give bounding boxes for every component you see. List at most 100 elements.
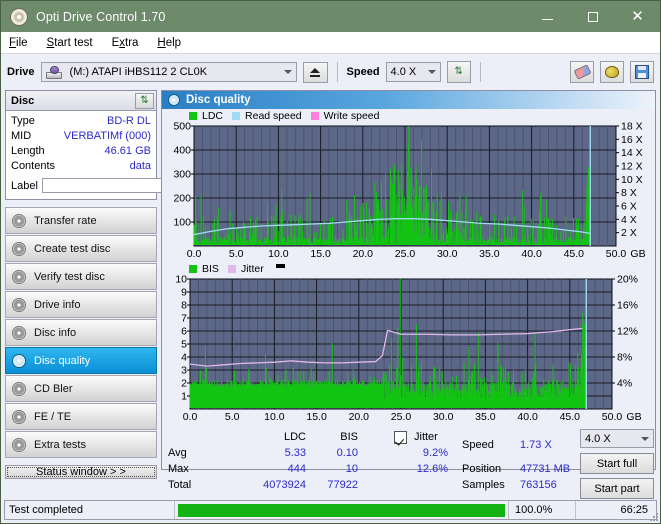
start-full-button[interactable]: Start full [580, 453, 654, 474]
stats-panel: LDC BIS Jitter Avg 5.33 0.10 9.2% Max 44… [162, 425, 655, 499]
stats-avg-bis: 0.10 [336, 447, 358, 459]
sidebar-item-label: Transfer rate [34, 214, 97, 227]
disc-contents-value: data [129, 160, 151, 172]
sidebar-item-disc-info[interactable]: Disc info [5, 319, 157, 346]
sidebar-item-label: Extra tests [34, 438, 86, 451]
sidebar-item-cd-bler[interactable]: CD Bler [5, 375, 157, 402]
svg-text:35.0: 35.0 [479, 248, 500, 260]
menu-help[interactable]: Help [157, 37, 181, 49]
stats-row-avg-label: Avg [168, 447, 187, 459]
legend-swatch-bis [189, 264, 197, 273]
content-title: Disc quality [186, 94, 251, 106]
jitter-checkbox[interactable] [394, 431, 407, 444]
disc-icon [12, 213, 26, 228]
stats-max-bis: 10 [345, 463, 358, 475]
svg-text:20%: 20% [617, 275, 638, 286]
disc-icon [12, 437, 26, 452]
sidebar-item-create-test-disc[interactable]: Create test disc [5, 235, 157, 262]
svg-text:45.0: 45.0 [560, 411, 581, 423]
svg-text:12%: 12% [617, 326, 638, 338]
svg-text:10 X: 10 X [621, 174, 643, 186]
result-speed-select[interactable]: 4.0 X [580, 429, 654, 448]
disc-length-label: Length [11, 145, 45, 157]
chart-ldc-wrap: LDC Read speed Write speed 100 200 300 400 5… [162, 109, 655, 262]
stats-total-ldc: 4073924 [263, 479, 306, 491]
svg-text:10.0: 10.0 [264, 411, 285, 423]
svg-text:2: 2 [181, 378, 187, 390]
svg-text:0.0: 0.0 [183, 411, 198, 423]
disc-label-label: Label [11, 179, 38, 192]
menu-file[interactable]: FFileile [9, 37, 28, 49]
disc-icon [12, 325, 26, 340]
disc-icon [12, 381, 26, 396]
disc-length-value: 46.61 GB [104, 145, 151, 157]
disc-mid-label: MID [11, 130, 32, 142]
disc-mid-value: VERBATIMf (000) [63, 130, 151, 142]
legend-label-ldc: LDC [202, 109, 224, 122]
resize-grip[interactable] [648, 511, 658, 521]
result-speed-value: 4.0 X [585, 432, 611, 445]
erase-button[interactable] [570, 61, 594, 83]
svg-text:1: 1 [181, 391, 187, 403]
minimize-button[interactable] [525, 1, 570, 32]
eject-button[interactable] [302, 61, 328, 83]
content-panel: Disc quality LDC Read speed Write speed … [161, 90, 656, 499]
svg-text:50.0: 50.0 [602, 411, 623, 423]
sidebar-item-drive-info[interactable]: Drive info [5, 291, 157, 318]
refresh-drive-button[interactable]: ⇅ [446, 61, 471, 83]
sidebar-item-disc-quality[interactable]: Disc quality [5, 347, 157, 374]
save-icon [635, 65, 649, 79]
sidebar-item-label: Verify test disc [34, 270, 105, 283]
samples-stat-label: Samples [462, 479, 505, 491]
main-area: Disc ⇅ Type BD-R DL MID VERBATIMf (000) [1, 90, 660, 499]
menu-start-test[interactable]: Start test [47, 37, 93, 49]
close-button[interactable]: ✕ [615, 1, 660, 32]
svg-text:500: 500 [173, 122, 191, 133]
stats-max-jitter: 12.6% [416, 463, 448, 475]
legend-label-bis: BIS [202, 262, 219, 275]
legend-swatch-read-speed [232, 111, 241, 120]
chevron-down-icon [427, 70, 436, 74]
start-part-button[interactable]: Start part [580, 478, 654, 499]
svg-text:10: 10 [175, 275, 187, 286]
jitter-label: Jitter [414, 431, 438, 443]
settings-button[interactable] [600, 61, 624, 83]
svg-text:25.0: 25.0 [395, 248, 416, 260]
disc-icon [12, 241, 26, 256]
chart-bis: 1 2 3 4 5 6 7 8 9 10 4% 8% 12% 16% 20% 0.0 5.0 10.0 15.0 20… [162, 275, 655, 425]
disc-icon [12, 269, 26, 284]
status-window-button[interactable]: Status window > > [5, 465, 157, 479]
svg-text:40.0: 40.0 [521, 248, 542, 260]
svg-text:9: 9 [181, 287, 187, 299]
sidebar-item-transfer-rate[interactable]: Transfer rate [5, 207, 157, 234]
disc-icon [12, 409, 26, 424]
disc-type-value: BD-R DL [106, 115, 151, 127]
svg-text:25.0: 25.0 [391, 411, 412, 423]
disc-refresh-button[interactable]: ⇅ [135, 92, 154, 109]
svg-text:8 X: 8 X [621, 187, 637, 199]
menu-extra[interactable]: Extra [112, 37, 139, 49]
svg-text:14 X: 14 X [621, 147, 643, 159]
drive-select[interactable]: (M:) ATAPI iHBS112 2 CL0K [40, 62, 297, 82]
sidebar-item-verify-test-disc[interactable]: Verify test disc [5, 263, 157, 290]
svg-text:300: 300 [173, 169, 191, 181]
menu-bar: FFileile Start test Extra Help [1, 32, 660, 54]
svg-text:100: 100 [173, 217, 191, 229]
sidebar-item-fe-te[interactable]: FE / TE [5, 403, 157, 430]
stats-avg-jitter: 9.2% [422, 447, 448, 459]
chevron-down-icon [283, 70, 292, 74]
cursor-marker [275, 263, 285, 268]
drive-icon [45, 65, 62, 79]
svg-text:4 X: 4 X [621, 214, 637, 226]
stats-avg-ldc: 5.33 [284, 447, 306, 459]
svg-text:35.0: 35.0 [475, 411, 496, 423]
speed-select[interactable]: 4.0 X [385, 62, 441, 82]
svg-text:20.0: 20.0 [349, 411, 370, 423]
sidebar-item-extra-tests[interactable]: Extra tests [5, 431, 157, 458]
save-button[interactable] [630, 61, 654, 83]
speed-label: Speed [346, 66, 380, 78]
sidebar-item-label: FE / TE [34, 410, 72, 423]
disc-type-label: Type [11, 115, 35, 127]
elapsed-time: 66:25 [620, 504, 648, 516]
maximize-button[interactable] [570, 1, 615, 32]
